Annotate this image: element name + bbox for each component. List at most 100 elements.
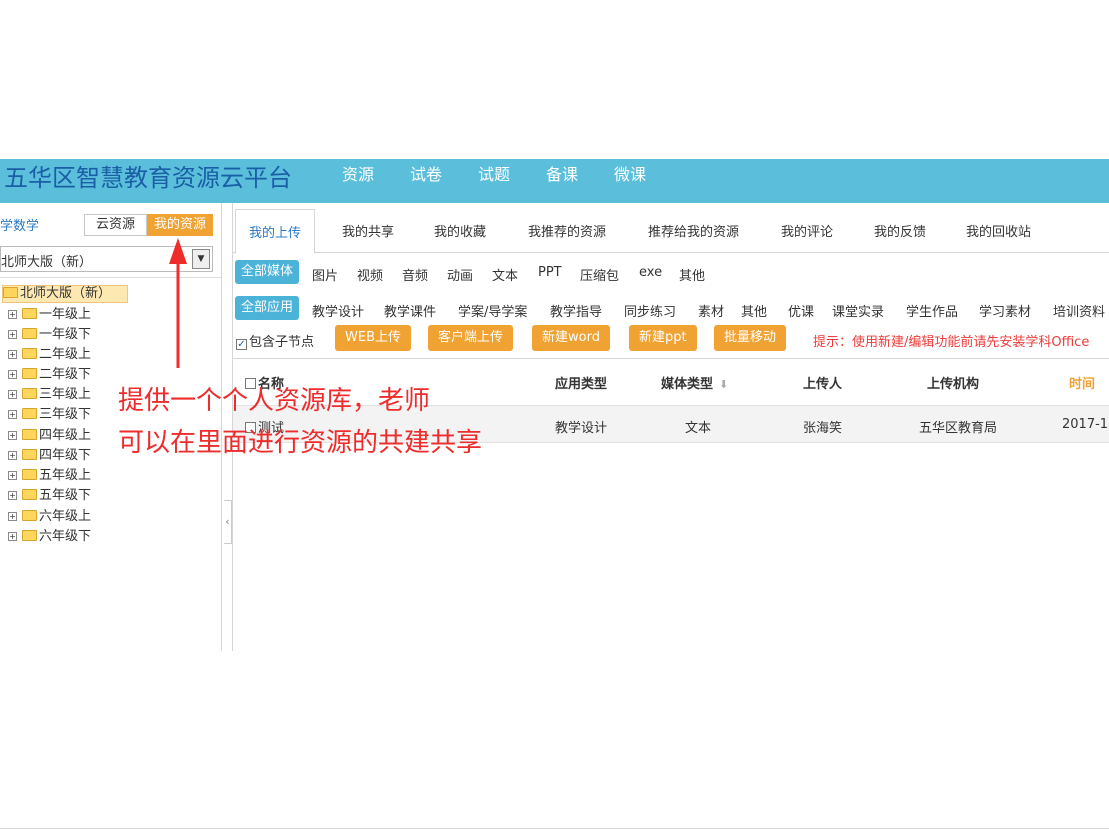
nav-lesson-prep[interactable]: 备课 <box>546 163 578 187</box>
annotation-arrow <box>169 238 187 368</box>
tree-node[interactable]: + 五年级下 <box>8 487 91 505</box>
tree-node[interactable]: + 二年级上 <box>8 346 91 364</box>
tab-my-shares[interactable]: 我的共享 <box>342 221 394 240</box>
include-child-label: 包含子节点 <box>249 335 315 350</box>
tab-recycle-bin[interactable]: 我的回收站 <box>966 221 1031 240</box>
col-media-type-header[interactable]: 媒体类型 ⬇ <box>661 373 728 392</box>
filter-all-media[interactable]: 全部媒体 <box>235 260 300 284</box>
filter-media-video[interactable]: 视频 <box>357 265 383 284</box>
expand-plus-icon[interactable]: + <box>8 330 17 339</box>
tree-node-label: 一年级下 <box>39 327 92 342</box>
row-uploader-cell: 张海笑 <box>803 421 843 436</box>
expand-plus-icon[interactable]: + <box>8 491 17 500</box>
filter-media-audio[interactable]: 音频 <box>402 265 428 284</box>
filter-app[interactable]: 学生作品 <box>906 301 958 320</box>
tree-node[interactable]: + 二年级下 <box>8 366 91 384</box>
row-app-type-cell: 教学设计 <box>555 421 608 436</box>
expand-plus-icon[interactable]: + <box>8 532 17 541</box>
tree-node[interactable]: + 五年级上 <box>8 467 91 485</box>
batch-move-button[interactable]: 批量移动 <box>714 325 787 351</box>
folder-open-icon <box>3 287 18 298</box>
filter-media-text[interactable]: 文本 <box>492 265 518 284</box>
tab-my-feedback[interactable]: 我的反馈 <box>874 221 926 240</box>
filter-app[interactable]: 教学课件 <box>384 301 436 320</box>
tree-root-label: 北师大版（新） <box>20 286 112 301</box>
expand-plus-icon[interactable]: + <box>8 310 17 319</box>
row-time-cell: 2017-1 <box>1062 417 1109 432</box>
tree-node[interactable]: + 六年级上 <box>8 508 91 526</box>
filter-app[interactable]: 教学指导 <box>550 301 602 320</box>
col-org-header[interactable]: 上传机构 <box>927 373 979 392</box>
folder-icon <box>22 408 37 419</box>
dropdown-arrow-icon[interactable]: ▼ <box>192 249 210 269</box>
tree-node-label: 五年级上 <box>39 468 92 483</box>
client-upload-button[interactable]: 客户端上传 <box>428 325 514 351</box>
expand-plus-icon[interactable]: + <box>8 451 17 460</box>
col-uploader-header[interactable]: 上传人 <box>803 373 842 392</box>
tree-node[interactable]: + 四年级上 <box>8 427 91 445</box>
tab-my-comments[interactable]: 我的评论 <box>781 221 833 240</box>
expand-plus-icon[interactable]: + <box>8 471 17 480</box>
filter-app[interactable]: 素材 <box>698 301 724 320</box>
filter-media-archive[interactable]: 压缩包 <box>580 265 619 284</box>
expand-plus-icon[interactable]: + <box>8 370 17 379</box>
new-ppt-button[interactable]: 新建ppt <box>629 325 697 351</box>
folder-icon <box>22 348 37 359</box>
sort-down-icon[interactable]: ⬇ <box>719 378 728 391</box>
expand-plus-icon[interactable]: + <box>8 390 17 399</box>
app-title: 五华区智慧教育资源云平台 <box>4 164 292 192</box>
filter-app[interactable]: 培训资料 <box>1053 301 1105 320</box>
filter-media-animation[interactable]: 动画 <box>447 265 473 284</box>
filter-media-other[interactable]: 其他 <box>679 265 705 284</box>
col-time-header[interactable]: 时间 <box>1069 373 1095 392</box>
filter-app[interactable]: 同步练习 <box>624 301 676 320</box>
col-app-type-header[interactable]: 应用类型 <box>555 373 607 392</box>
tree-node[interactable]: + 一年级下 <box>8 326 91 344</box>
tab-my-recommended[interactable]: 我推荐的资源 <box>528 221 606 240</box>
nav-micro-lessons[interactable]: 微课 <box>614 163 646 187</box>
filter-media-ppt[interactable]: PPT <box>538 265 562 280</box>
tab-my-favorites[interactable]: 我的收藏 <box>434 221 486 240</box>
tree-node[interactable]: + 六年级下 <box>8 528 91 546</box>
checkbox-checked-icon[interactable]: ✓ <box>236 339 247 350</box>
tree-node-label: 四年级上 <box>39 428 92 443</box>
tree-node[interactable]: + 四年级下 <box>8 447 91 465</box>
bottom-divider <box>0 828 1109 829</box>
tree-root-node[interactable]: 北师大版（新） <box>2 285 128 303</box>
web-upload-button[interactable]: WEB上传 <box>335 325 411 351</box>
filter-app[interactable]: 课堂实录 <box>832 301 884 320</box>
office-hint-text: 提示：使用新建/编辑功能前请先安装学科Office <box>813 335 1090 350</box>
expand-plus-icon[interactable]: + <box>8 350 17 359</box>
cloud-resources-button[interactable]: 云资源 <box>84 214 147 236</box>
include-child-checkbox[interactable]: ✓ 包含子节点 <box>236 331 314 350</box>
folder-icon <box>22 368 37 379</box>
expand-plus-icon[interactable]: + <box>8 512 17 521</box>
edition-select-value: 北师大版（新） <box>1 255 93 270</box>
filter-app[interactable]: 教学设计 <box>312 301 364 320</box>
filter-app[interactable]: 其他 <box>741 301 767 320</box>
filter-media-exe[interactable]: exe <box>639 265 662 280</box>
new-word-button[interactable]: 新建word <box>532 325 610 351</box>
my-resources-button[interactable]: 我的资源 <box>147 214 213 236</box>
tree-node[interactable]: + 三年级下 <box>8 406 91 424</box>
nav-resources[interactable]: 资源 <box>342 163 374 187</box>
tree-node-label: 一年级上 <box>39 307 92 322</box>
tree-node[interactable]: + 三年级上 <box>8 386 91 404</box>
filter-app[interactable]: 学案/导学案 <box>458 301 527 320</box>
tab-my-uploads[interactable]: 我的上传 <box>235 209 316 254</box>
filter-app[interactable]: 学习素材 <box>979 301 1031 320</box>
row-media-type-cell: 文本 <box>685 421 712 436</box>
collapse-sidebar-handle[interactable]: ‹ <box>224 500 232 544</box>
tree-node-label: 六年级下 <box>39 529 92 544</box>
tab-recommended-to-me[interactable]: 推荐给我的资源 <box>648 221 739 240</box>
nav-exam-papers[interactable]: 试卷 <box>410 163 442 187</box>
expand-plus-icon[interactable]: + <box>8 410 17 419</box>
folder-icon <box>22 530 37 541</box>
tree-node[interactable]: + 一年级上 <box>8 306 91 324</box>
expand-plus-icon[interactable]: + <box>8 431 17 440</box>
filter-media-image[interactable]: 图片 <box>312 265 338 284</box>
subject-label: 学数学 <box>0 219 40 234</box>
filter-app[interactable]: 优课 <box>788 301 814 320</box>
nav-questions[interactable]: 试题 <box>478 163 510 187</box>
filter-all-apps[interactable]: 全部应用 <box>235 296 300 320</box>
